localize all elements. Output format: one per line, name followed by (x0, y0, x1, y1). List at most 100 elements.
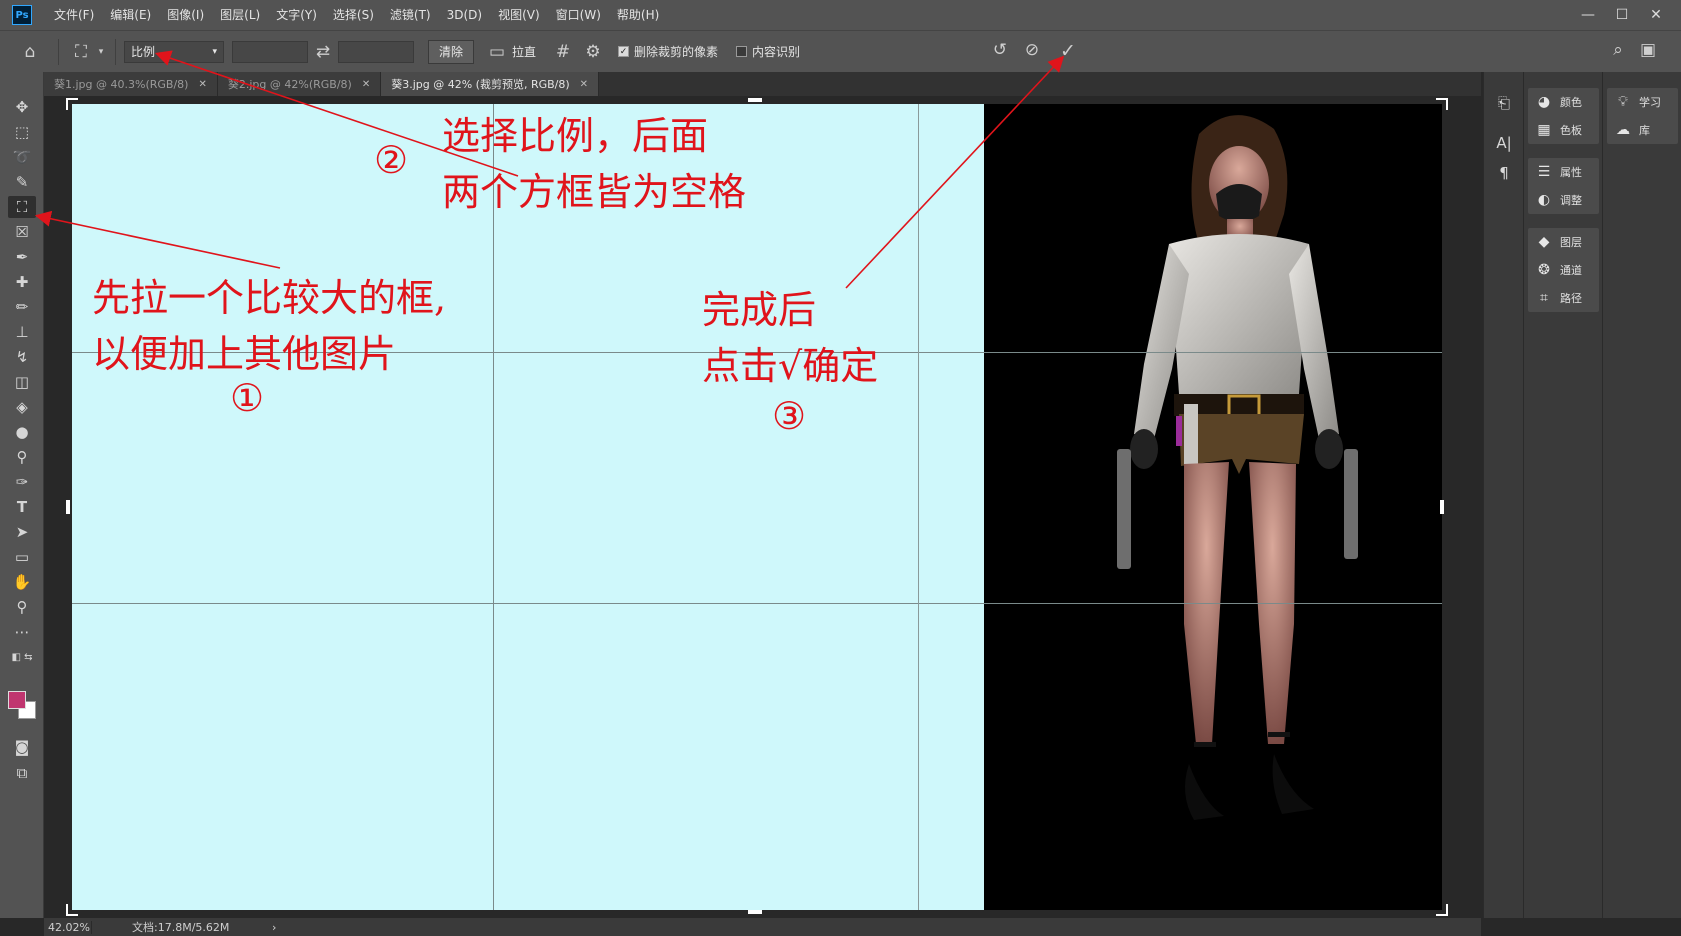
divider (58, 38, 59, 65)
menu-3d[interactable]: 3D(D) (439, 0, 490, 30)
annotation-step2-line2: 两个方框皆为空格 (442, 170, 747, 214)
crop-handle-top[interactable] (748, 98, 762, 102)
swatches-icon: ▦ (1537, 122, 1551, 138)
close-icon[interactable]: ✕ (1639, 7, 1673, 23)
paragraph-icon[interactable]: ¶ (1494, 164, 1514, 182)
search-icon[interactable]: ⌕ (1606, 40, 1630, 60)
crop-handle-top-right[interactable] (1436, 98, 1448, 110)
document-tabs: 葵1.jpg @ 40.3%(RGB/8) ✕ 葵2.jpg @ 42%(RGB… (44, 72, 1481, 96)
straighten-icon[interactable]: ▭ (482, 42, 512, 62)
panel-tab-learn[interactable]: 💡︎ 学习 (1607, 88, 1678, 116)
screen-mode-icon[interactable]: ⧉ (8, 762, 36, 784)
frame-tool-icon[interactable]: ☒ (8, 221, 36, 243)
quick-mask-icon[interactable]: ◙ (8, 736, 36, 758)
history-icon[interactable]: ⎗ (1494, 94, 1514, 112)
panel-tab-adjustments[interactable]: ◐ 调整 (1528, 186, 1599, 214)
crop-tool-icon[interactable]: ⛶ (8, 196, 36, 218)
brush-tool-icon[interactable]: ✏ (8, 296, 36, 318)
panel-label: 库 (1639, 124, 1650, 137)
close-icon[interactable]: ✕ (362, 79, 370, 90)
pen-tool-icon[interactable]: ✑ (8, 471, 36, 493)
menu-edit[interactable]: 编辑(E) (102, 0, 159, 30)
quick-select-tool-icon[interactable]: ✎ (8, 171, 36, 193)
panel-tab-paths[interactable]: ⌗ 路径 (1528, 284, 1599, 312)
menu-help[interactable]: 帮助(H) (609, 0, 667, 30)
commit-check-icon[interactable]: ✓ (1056, 40, 1080, 62)
panel-tab-properties[interactable]: ☰ 属性 (1528, 158, 1599, 186)
home-icon[interactable]: ⌂ (10, 42, 50, 62)
ratio-width-field[interactable] (232, 40, 308, 63)
menu-select[interactable]: 选择(S) (325, 0, 382, 30)
rectangle-tool-icon[interactable]: ▭ (8, 546, 36, 568)
crop-handle-right[interactable] (1440, 500, 1444, 514)
properties-panel-group: ☰ 属性 ◐ 调整 (1528, 158, 1599, 214)
crop-handle-bottom[interactable] (748, 910, 762, 914)
chevron-down-icon[interactable]: ▾ (95, 47, 107, 57)
panel-tab-swatches[interactable]: ▦ 色板 (1528, 116, 1599, 144)
panel-tab-libraries[interactable]: ☁ 库 (1607, 116, 1678, 144)
collapsed-panels-strip: ⎗ A| ¶ (1483, 72, 1523, 918)
tab-doc-3[interactable]: 葵3.jpg @ 42% (裁剪预览, RGB/8) ✕ (381, 72, 600, 96)
menu-file[interactable]: 文件(F) (46, 0, 102, 30)
crop-handle-bottom-right[interactable] (1436, 904, 1448, 916)
path-select-tool-icon[interactable]: ➤ (8, 521, 36, 543)
document-canvas[interactable]: 先拉一个比较大的框, 以便加上其他图片 ① 选择比例，后面 两个方框皆为空格 ②… (72, 104, 1442, 910)
grid-overlay-icon[interactable]: # (548, 42, 578, 62)
menu-image[interactable]: 图像(I) (159, 0, 212, 30)
default-colors-icon[interactable]: ◧ ⇆ (8, 646, 36, 668)
type-tool-icon[interactable]: T (8, 496, 36, 518)
minimize-icon[interactable]: — (1571, 7, 1605, 23)
annotation-step3-line1: 完成后 (702, 288, 817, 332)
paint-bucket-tool-icon[interactable]: ◈ (8, 396, 36, 418)
annotation-step1-line1: 先拉一个比较大的框, (92, 276, 447, 320)
crop-handle-top-left[interactable] (66, 98, 78, 110)
eyedropper-tool-icon[interactable]: ✒ (8, 246, 36, 268)
crop-handle-bottom-left[interactable] (66, 904, 78, 916)
menu-layer[interactable]: 图层(L) (212, 0, 268, 30)
clear-button[interactable]: 清除 (428, 39, 475, 64)
marquee-tool-icon[interactable]: ⬚ (8, 121, 36, 143)
panel-tab-color[interactable]: ◕ 颜色 (1528, 88, 1599, 116)
crop-tool-icon[interactable]: ⛶ (67, 42, 95, 62)
tab-doc-1[interactable]: 葵1.jpg @ 40.3%(RGB/8) ✕ (44, 72, 218, 96)
tab-doc-2[interactable]: 葵2.jpg @ 42%(RGB/8) ✕ (217, 72, 382, 96)
zoom-level-field[interactable]: 42.02% (44, 920, 92, 934)
straighten-label[interactable]: 拉直 (512, 43, 536, 60)
more-tools-icon[interactable]: ⋯ (8, 621, 36, 643)
close-icon[interactable]: ✕ (198, 79, 206, 90)
menu-window[interactable]: 窗口(W) (548, 0, 609, 30)
cancel-icon[interactable]: ⊘ (1020, 40, 1044, 60)
close-icon[interactable]: ✕ (580, 79, 588, 90)
content-aware-checkbox[interactable]: 内容识别 (736, 43, 800, 60)
menu-filter[interactable]: 滤镜(T) (382, 0, 439, 30)
panel-label: 属性 (1560, 166, 1582, 179)
blur-tool-icon[interactable]: ● (8, 421, 36, 443)
hand-tool-icon[interactable]: ✋ (8, 571, 36, 593)
panel-tab-layers[interactable]: ◆ 图层 (1528, 228, 1599, 256)
zoom-tool-icon[interactable]: ⚲ (8, 596, 36, 618)
eraser-tool-icon[interactable]: ◫ (8, 371, 36, 393)
lasso-tool-icon[interactable]: ➰ (8, 146, 36, 168)
gear-icon[interactable]: ⚙ (578, 42, 608, 62)
workspace-icon[interactable]: ▣ (1636, 40, 1660, 60)
character-icon[interactable]: A| (1494, 134, 1514, 152)
ratio-height-field[interactable] (338, 40, 414, 63)
dodge-tool-icon[interactable]: ⚲ (8, 446, 36, 468)
delete-cropped-checkbox[interactable]: ✓ 删除裁剪的像素 (618, 43, 718, 60)
healing-brush-tool-icon[interactable]: ✚ (8, 271, 36, 293)
foreground-color-swatch[interactable] (8, 691, 26, 709)
delete-cropped-label: 删除裁剪的像素 (634, 45, 719, 59)
panel-tab-channels[interactable]: ❂ 通道 (1528, 256, 1599, 284)
swap-icon[interactable]: ⇄ (308, 42, 338, 62)
history-brush-tool-icon[interactable]: ↯ (8, 346, 36, 368)
canvas-area[interactable]: 先拉一个比较大的框, 以便加上其他图片 ① 选择比例，后面 两个方框皆为空格 ②… (44, 96, 1481, 918)
clone-stamp-tool-icon[interactable]: ⊥ (8, 321, 36, 343)
menu-type[interactable]: 文字(Y) (268, 0, 325, 30)
reset-icon[interactable]: ↺ (988, 40, 1012, 60)
ratio-dropdown[interactable]: 比例 ▾ (124, 40, 224, 63)
maximize-icon[interactable]: ☐ (1605, 7, 1639, 23)
menu-view[interactable]: 视图(V) (490, 0, 548, 30)
chevron-right-icon[interactable]: › (272, 921, 276, 934)
crop-handle-left[interactable] (66, 500, 70, 514)
move-tool-icon[interactable]: ✥ (8, 96, 36, 118)
